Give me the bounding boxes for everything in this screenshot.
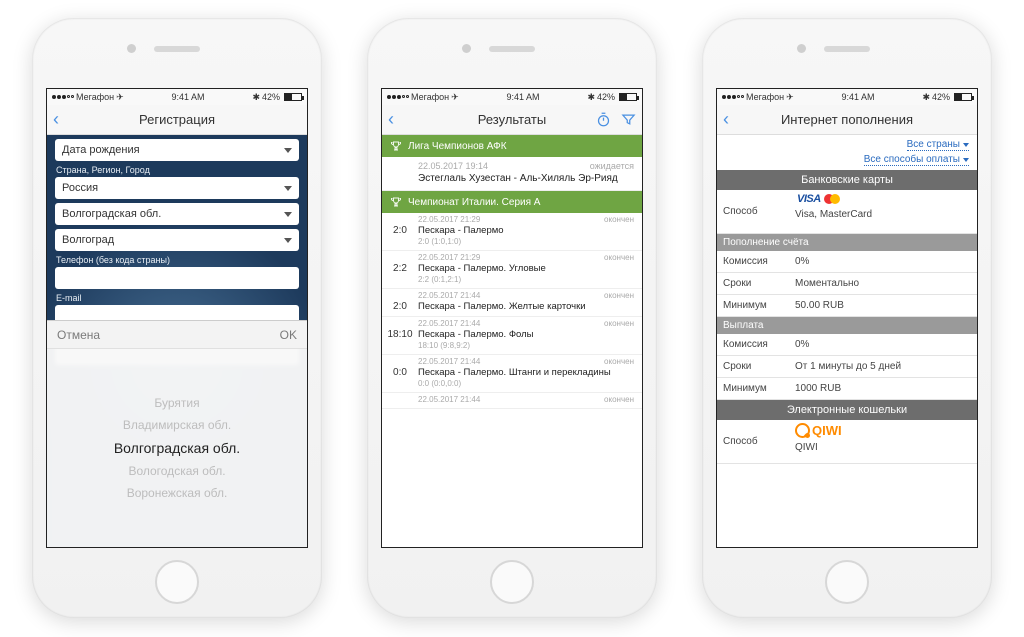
match-row[interactable]: 18:10 22.05.2017 21:44оконченПескара - П… (382, 317, 642, 355)
status-bar: Мегафон✈ 9:41 AM ✱42% (717, 89, 977, 105)
nav-bar: ‹ Регистрация (47, 105, 307, 135)
withdraw-header: Выплата (717, 317, 977, 334)
table-row: Комиссия0% (717, 251, 977, 273)
battery: 42% (262, 92, 280, 102)
home-button[interactable] (490, 560, 534, 604)
table-row: Способ QIWI QIWI (717, 420, 977, 464)
picker-sheet: Отмена OK Бурятия Владимирская обл. Волг… (47, 320, 307, 547)
dob-select[interactable]: Дата рождения (55, 139, 299, 161)
stopwatch-icon[interactable] (596, 112, 611, 127)
chevron-down-icon (284, 186, 292, 191)
match-row[interactable]: 2:2 22.05.2017 21:29оконченПескара - Пал… (382, 251, 642, 289)
screen-2: Мегафон✈ 9:41 AM ✱42% ‹ Результаты Лига … (381, 88, 643, 548)
page-title: Регистрация (139, 112, 215, 127)
match-row[interactable]: Эстеглаль Хузестан - Аль-Хиляль Эр-Рияд (382, 173, 642, 191)
email-label: E-mail (56, 293, 298, 303)
section-header: Чемпионат Италии. Серия А (382, 191, 642, 213)
back-button[interactable]: ‹ (53, 109, 59, 130)
screen-1: Мегафон✈ 9:41 AM ✱42% ‹ Регистрация Дата… (46, 88, 308, 548)
nav-bar: ‹ Интернет пополнения (717, 105, 977, 135)
match-row[interactable]: 2:0 22.05.2017 21:29оконченПескара - Пал… (382, 213, 642, 251)
screen-3: Мегафон✈ 9:41 AM ✱42% ‹ Интернет пополне… (716, 88, 978, 548)
back-button[interactable]: ‹ (723, 109, 729, 130)
table-row: Минимум50.00 RUB (717, 295, 977, 317)
mastercard-icon (824, 194, 840, 204)
home-button[interactable] (155, 560, 199, 604)
phone-registration: Мегафон✈ 9:41 AM ✱42% ‹ Регистрация Дата… (32, 18, 322, 618)
visa-icon: VISA (797, 193, 821, 205)
chevron-down-icon (284, 212, 292, 217)
table-row: СрокиМоментально (717, 273, 977, 295)
countries-filter[interactable]: Все страны (907, 139, 969, 151)
results-list[interactable]: Лига Чемпионов АФК 22.05.2017 19:14ожида… (382, 135, 642, 547)
match-row[interactable]: 0:0 22.05.2017 21:44оконченПескара - Пал… (382, 355, 642, 393)
trophy-icon (390, 140, 402, 152)
phone-results: Мегафон✈ 9:41 AM ✱42% ‹ Результаты Лига … (367, 18, 657, 618)
payment-filter[interactable]: Все способы оплаты (864, 154, 969, 166)
status-time: 9:41 AM (172, 92, 205, 102)
phone-input[interactable] (55, 267, 299, 289)
location-label: Страна, Регион, Город (56, 165, 298, 175)
deposit-header: Пополнение счёта (717, 234, 977, 251)
region-select[interactable]: Волгоградская обл. (55, 203, 299, 225)
table-row: Способ VISA Visa, MasterCard (717, 190, 977, 234)
picker-wheel[interactable]: Бурятия Владимирская обл. Волгоградская … (47, 349, 307, 547)
qiwi-icon: QIWI (795, 423, 971, 438)
chevron-down-icon (963, 143, 969, 147)
ewallet-header: Электронные кошельки (717, 400, 977, 420)
card-logos: VISA (795, 193, 971, 205)
match-row[interactable]: 22.05.2017 21:44окончен (382, 393, 642, 409)
status-bar: Мегафон✈ 9:41 AM ✱42% (47, 89, 307, 105)
country-select[interactable]: Россия (55, 177, 299, 199)
city-select[interactable]: Волгоград (55, 229, 299, 251)
table-row: Минимум1000 RUB (717, 378, 977, 400)
nav-bar: ‹ Результаты (382, 105, 642, 135)
section-header: Лига Чемпионов АФК (382, 135, 642, 157)
phone-deposit: Мегафон✈ 9:41 AM ✱42% ‹ Интернет пополне… (702, 18, 992, 618)
page-title: Результаты (478, 112, 546, 127)
home-button[interactable] (825, 560, 869, 604)
match-row[interactable]: 2:0 22.05.2017 21:44оконченПескара - Пал… (382, 289, 642, 317)
carrier: Мегафон (76, 92, 114, 102)
picker-ok[interactable]: OK (280, 328, 297, 342)
table-row: СрокиОт 1 минуты до 5 дней (717, 356, 977, 378)
chevron-down-icon (284, 238, 292, 243)
trophy-icon (390, 196, 402, 208)
status-bar: Мегафон✈ 9:41 AM ✱42% (382, 89, 642, 105)
filter-icon[interactable] (621, 112, 636, 127)
page-title: Интернет пополнения (781, 112, 913, 127)
cards-header: Банковские карты (717, 170, 977, 190)
picker-cancel[interactable]: Отмена (57, 328, 100, 342)
chevron-down-icon (963, 158, 969, 162)
phone-label: Телефон (без кода страны) (56, 255, 298, 265)
back-button[interactable]: ‹ (388, 109, 394, 130)
chevron-down-icon (284, 148, 292, 153)
table-row: Комиссия0% (717, 334, 977, 356)
